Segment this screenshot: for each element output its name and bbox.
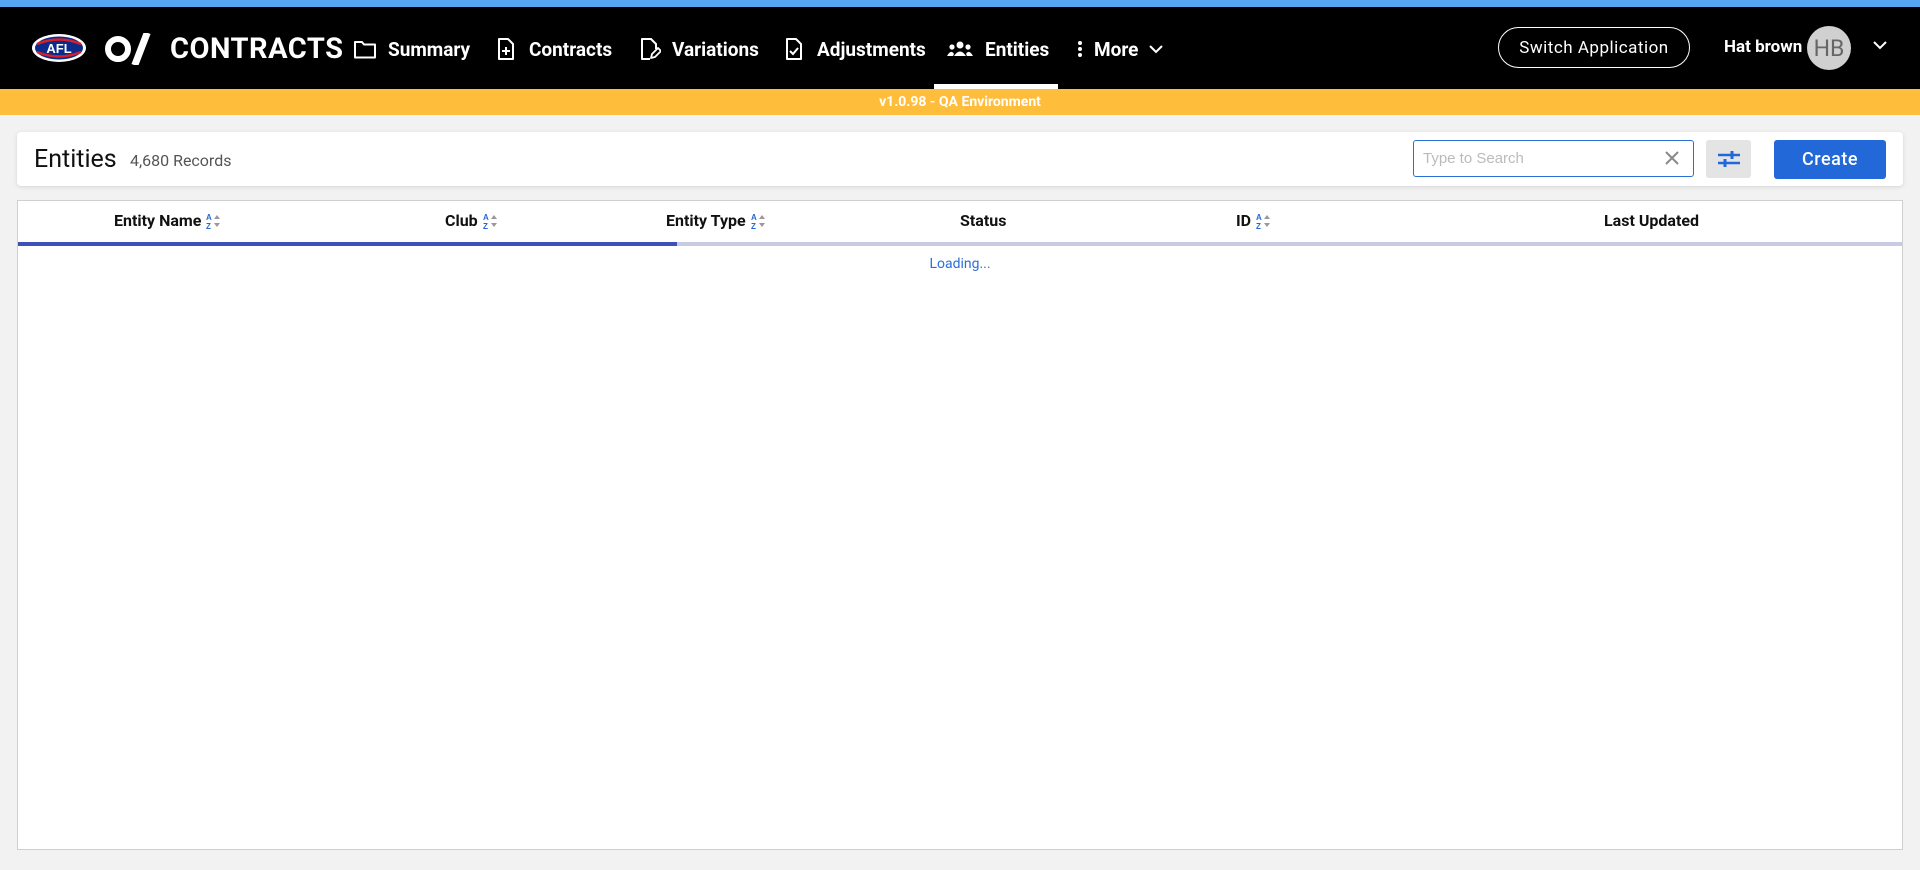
column-label: Entity Type: [666, 211, 746, 230]
column-label: ID: [1236, 211, 1252, 230]
svg-text:Z: Z: [206, 222, 211, 230]
sort-az-icon: A Z: [483, 213, 497, 230]
nav-variations[interactable]: Variations: [637, 29, 759, 69]
nav-adjustments-label: Adjustments: [817, 37, 926, 61]
nav-entities[interactable]: Entities: [946, 29, 1049, 69]
column-header-status: Status: [960, 211, 1006, 230]
column-label: Entity Name: [114, 211, 202, 230]
search-box: [1413, 140, 1694, 177]
column-label: Club: [445, 211, 478, 230]
environment-banner: v1.0.98 - QA Environment: [0, 89, 1920, 115]
brand-mark-icon: [105, 31, 151, 67]
folder-icon: [354, 41, 376, 59]
nav-adjustments[interactable]: Adjustments: [782, 29, 926, 69]
loading-progress-fill: [18, 242, 678, 246]
nav-summary[interactable]: Summary: [353, 29, 470, 69]
user-name[interactable]: Hat brown: [1724, 37, 1802, 57]
afl-logo[interactable]: AFL: [31, 33, 87, 63]
document-edit-icon: [641, 38, 661, 60]
more-vertical-icon: [1078, 41, 1082, 57]
nav-summary-label: Summary: [388, 37, 471, 61]
column-header-club[interactable]: Club A Z: [445, 211, 499, 230]
column-header-last-updated: Last Updated: [1604, 211, 1699, 230]
column-header-entity-name[interactable]: Entity Name A Z: [114, 211, 222, 230]
svg-text:A: A: [206, 213, 212, 222]
svg-text:AFL: AFL: [46, 41, 71, 56]
clear-search-icon[interactable]: [1665, 151, 1679, 165]
nav-variations-label: Variations: [672, 37, 759, 61]
switch-application-button[interactable]: Switch Application: [1498, 27, 1690, 68]
people-icon: [947, 41, 973, 56]
filter-button[interactable]: [1706, 140, 1751, 178]
user-menu-chevron-icon[interactable]: [1872, 40, 1888, 50]
svg-text:Z: Z: [483, 222, 488, 230]
avatar[interactable]: HB: [1807, 26, 1851, 70]
nav-more[interactable]: More: [1076, 29, 1164, 69]
filter-sliders-icon: [1717, 151, 1740, 167]
app-brand-title: CONTRACTS: [170, 32, 344, 66]
nav-contracts[interactable]: Contracts: [494, 29, 612, 69]
top-accent-strip: [0, 0, 1920, 7]
svg-text:A: A: [751, 213, 757, 222]
column-header-entity-type[interactable]: Entity Type A Z: [666, 211, 767, 230]
entities-table: Entity Name A Z Club A Z Entity Type A Z…: [17, 200, 1903, 850]
loading-progress-bar: [18, 242, 1902, 246]
chevron-down-icon: [1149, 45, 1164, 54]
nav-entities-label: Entities: [985, 37, 1050, 61]
top-navbar: AFL CONTRACTS Summary Contracts Variatio…: [0, 7, 1920, 89]
record-count: 4,680 Records: [130, 151, 232, 170]
svg-text:Z: Z: [1256, 222, 1261, 230]
page-header-card: Entities 4,680 Records Create: [17, 132, 1903, 186]
sort-az-icon: A Z: [206, 213, 221, 230]
search-input[interactable]: [1414, 141, 1654, 175]
svg-text:Z: Z: [751, 222, 756, 230]
nav-contracts-label: Contracts: [529, 37, 613, 61]
create-button[interactable]: Create: [1774, 140, 1886, 179]
document-add-icon: [498, 38, 514, 60]
column-label: Last Updated: [1604, 211, 1700, 230]
svg-text:A: A: [483, 213, 489, 222]
column-header-id[interactable]: ID A Z: [1236, 211, 1272, 230]
document-check-icon: [786, 38, 802, 60]
column-label: Status: [960, 211, 1007, 230]
sort-az-icon: A Z: [751, 213, 765, 230]
page-title: Entities: [34, 145, 117, 174]
nav-more-label: More: [1094, 37, 1139, 61]
svg-text:A: A: [1256, 213, 1262, 222]
loading-text: Loading...: [929, 256, 991, 272]
sort-az-icon: A Z: [1256, 213, 1271, 230]
